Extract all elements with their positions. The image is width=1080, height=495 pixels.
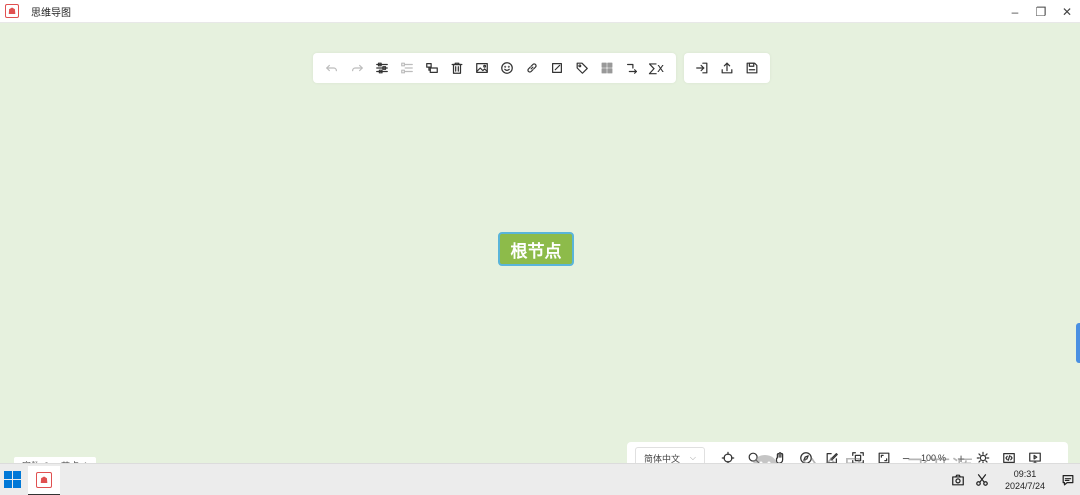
add-sibling-icon	[400, 62, 413, 74]
edit-toolbar: ∑x	[313, 53, 676, 83]
taskbar: ☗ 09:31 2024/7/24	[0, 463, 1080, 495]
title-bar: ☗ 思维导图 – ❐ ✕	[0, 0, 1080, 23]
add-parent-node-button[interactable]	[421, 57, 443, 79]
formula-icon: ∑x	[648, 61, 665, 75]
image-button[interactable]	[471, 57, 493, 79]
save-button[interactable]	[741, 57, 763, 79]
snip-tray-button[interactable]	[970, 464, 994, 495]
start-button[interactable]	[4, 471, 22, 489]
grid-icon	[601, 62, 612, 74]
delete-node-button[interactable]	[446, 57, 468, 79]
sidebar-toggle-handle[interactable]	[1076, 323, 1080, 363]
close-button[interactable]: ✕	[1054, 0, 1080, 23]
note-icon	[551, 63, 562, 73]
import-icon	[696, 62, 708, 74]
windows-logo-pane	[13, 471, 21, 479]
clock-time: 09:31	[1013, 469, 1037, 479]
redo-icon	[351, 64, 363, 72]
window-title: 思维导图	[31, 7, 71, 19]
restore-button[interactable]: ❐	[1028, 0, 1054, 23]
link-icon	[526, 63, 537, 73]
window-controls: – ❐ ✕	[1002, 0, 1080, 23]
import-button[interactable]	[692, 57, 714, 79]
minimize-icon: –	[1011, 4, 1019, 19]
relation-icon	[626, 63, 637, 74]
windows-logo-pane	[4, 480, 12, 488]
add-child-node-button[interactable]	[371, 57, 393, 79]
minimize-button[interactable]: –	[1002, 0, 1028, 23]
summary-button[interactable]	[596, 57, 618, 79]
trash-icon	[451, 62, 462, 74]
restore-icon: ❐	[1035, 4, 1047, 19]
clock-date: 2024/7/24	[1004, 481, 1046, 491]
hyperlink-button[interactable]	[521, 57, 543, 79]
system-tray: 09:31 2024/7/24	[946, 464, 1080, 495]
chevron-down-icon: ⌵	[689, 453, 696, 462]
screenshot-tray-button[interactable]	[946, 464, 970, 495]
notification-center-button[interactable]	[1056, 464, 1080, 495]
redo-button[interactable]	[346, 57, 368, 79]
camera-icon	[952, 474, 964, 486]
add-child-icon	[375, 62, 388, 74]
export-icon	[721, 62, 733, 74]
undo-button[interactable]	[321, 57, 343, 79]
windows-logo-pane	[13, 480, 21, 488]
root-node[interactable]: 根节点	[498, 232, 574, 266]
add-sibling-node-button[interactable]	[396, 57, 418, 79]
tag-button[interactable]	[571, 57, 593, 79]
file-toolbar	[684, 53, 770, 83]
note-button[interactable]	[546, 57, 568, 79]
add-parent-icon	[425, 63, 438, 73]
associative-line-button[interactable]	[621, 57, 643, 79]
close-icon: ✕	[1061, 4, 1073, 19]
clock[interactable]: 09:31 2024/7/24	[994, 468, 1056, 492]
image-icon	[475, 63, 488, 73]
mindmap-canvas[interactable]: ∑x 根节点 字数 3 节点 1 简体中文 ⌵	[0, 23, 1080, 482]
icon-button[interactable]	[496, 57, 518, 79]
mindmap-app-icon: ☗	[5, 4, 19, 18]
save-icon	[746, 62, 758, 74]
message-icon	[1062, 475, 1074, 486]
scissors-icon	[976, 474, 988, 486]
export-button[interactable]	[716, 57, 738, 79]
formula-button[interactable]: ∑x	[646, 57, 668, 79]
undo-icon	[325, 64, 337, 72]
smiley-icon	[500, 62, 513, 74]
taskbar-mindmap-app[interactable]: ☗	[28, 466, 60, 495]
mindmap-app-icon: ☗	[36, 472, 52, 488]
tag-icon	[576, 62, 588, 74]
windows-logo-icon	[4, 471, 12, 479]
